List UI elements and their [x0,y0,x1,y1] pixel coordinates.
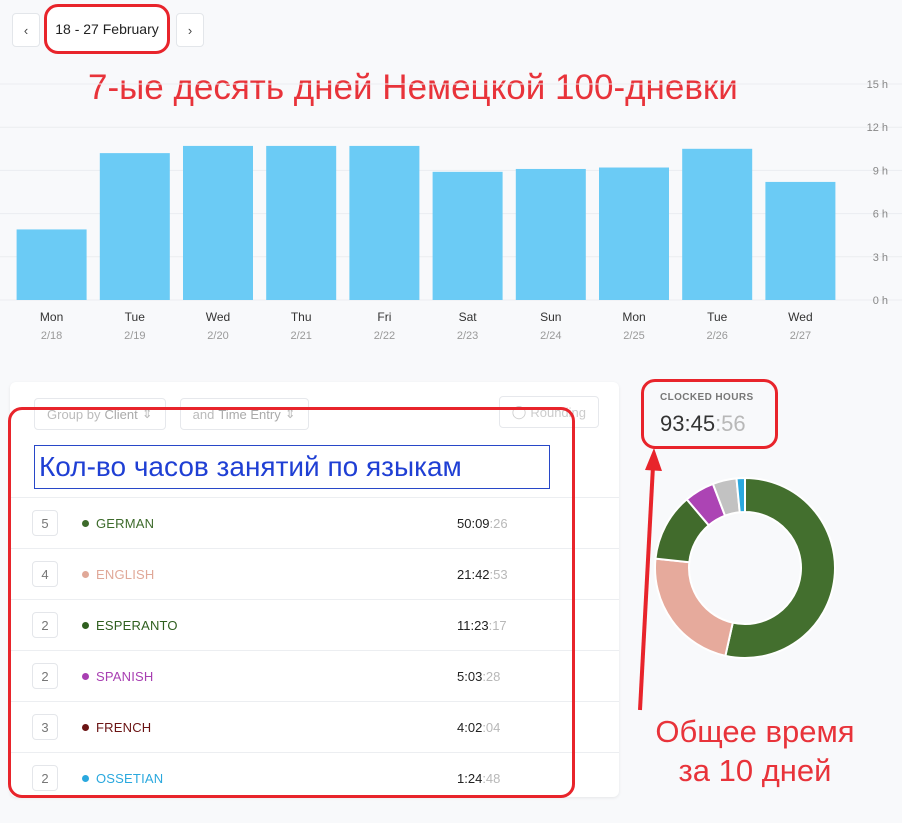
bar [515,168,586,300]
summary-card: Group by Client ⇕ and Time Entry ⇕ ◯ Rou… [10,382,619,797]
clocked-hours-value: 93:45:56 [660,411,746,436]
clocked-hours-label: CLOCKED HOURS [660,392,754,403]
group-by-select[interactable]: Group by Client ⇕ [34,398,166,430]
bar [765,181,836,300]
x-tick-date: 2/24 [540,330,561,342]
y-tick-label: 0 h [873,295,888,307]
bar [16,229,87,300]
date-range-label[interactable]: 18 - 27 February [44,4,170,54]
x-tick-day: Thu [291,310,312,324]
bar [682,148,753,300]
x-tick-day: Sat [459,310,478,324]
chevron-right-icon: › [187,22,193,38]
language-name: FRENCH [96,719,152,735]
y-tick-label: 15 h [867,79,888,91]
entry-count-badge: 4 [32,561,58,587]
bar [99,153,170,300]
color-dot [82,774,89,782]
entry-count-badge: 2 [32,663,58,689]
language-name: ESPERANTO [96,617,178,633]
x-tick-day: Mon [622,310,645,324]
y-tick-label: 12 h [867,122,888,134]
x-tick-date: 2/25 [623,330,644,342]
rounding-icon: ◯ [511,404,527,419]
x-tick-day: Wed [788,310,812,324]
x-tick-day: Mon [40,310,63,324]
daily-hours-bar-chart: 15 h 12 h 9 h 6 h 3 h 0 h Mon 2/18 Tue 2/19 Wed 2/2… [0,79,902,342]
duration: 21:42:53 [457,566,508,582]
duration: 11:23:17 [457,617,507,633]
entry-count-badge: 5 [32,510,58,536]
table-annotation-heading: Кол-во часов занятий по языкам [34,445,550,489]
x-tick-date: 2/23 [457,330,478,342]
donut-slice [654,557,734,658]
chevron-left-icon: ‹ [23,22,29,38]
x-tick-date: 2/21 [290,330,311,342]
language-rows: 5 GERMAN 50:09:26 4 ENGLISH 21:42:53 2 E… [10,497,619,803]
x-tick-date: 2/22 [374,330,395,342]
language-name: ENGLISH [96,566,155,582]
y-tick-label: 3 h [873,252,888,264]
sub-group-select[interactable]: and Time Entry ⇕ [179,398,309,430]
language-name: SPANISH [96,668,154,684]
bar [183,145,253,300]
chevron-updown-icon: ⇕ [284,406,296,421]
language-donut-chart [654,476,836,659]
rounding-toggle[interactable]: ◯ Rounding [498,396,599,428]
bar [432,171,503,300]
chevron-updown-icon: ⇕ [141,406,153,421]
table-row[interactable]: 2 ESPERANTO 11:23:17 [10,599,619,650]
table-row[interactable]: 5 GERMAN 50:09:26 [10,497,619,548]
duration: 50:09:26 [457,515,508,531]
x-tick-day: Tue [707,310,728,324]
bar [266,145,337,300]
x-tick-day: Wed [206,310,230,324]
table-row[interactable]: 2 OSSETIAN 1:24:48 [10,752,619,803]
entry-count-badge: 3 [32,714,58,740]
color-dot [82,672,89,680]
y-tick-label: 6 h [873,209,888,221]
color-dot [82,570,89,578]
bar [599,167,669,300]
color-dot [82,723,89,731]
prev-period-button[interactable]: ‹ [12,13,40,47]
duration: 4:02:04 [457,719,501,735]
entry-count-badge: 2 [32,612,58,638]
language-name: GERMAN [96,515,155,531]
color-dot [82,519,89,527]
y-tick-label: 9 h [873,165,888,177]
x-tick-date: 2/18 [41,330,62,342]
x-tick-day: Fri [377,310,391,324]
x-tick-date: 2/26 [706,330,727,342]
entry-count-badge: 2 [32,765,58,791]
table-row[interactable]: 2 SPANISH 5:03:28 [10,650,619,701]
table-row[interactable]: 3 FRENCH 4:02:04 [10,701,619,752]
x-tick-date: 2/19 [124,330,145,342]
language-name: OSSETIAN [96,770,164,786]
x-tick-date: 2/20 [207,330,228,342]
x-tick-day: Tue [125,310,146,324]
bar [349,145,420,300]
x-tick-day: Sun [540,310,561,324]
duration: 1:24:48 [457,770,501,786]
annotation-total: Общее время за 10 дней [655,714,855,788]
x-tick-date: 2/27 [790,330,811,342]
next-period-button[interactable]: › [176,13,204,47]
clocked-hours-summary: CLOCKED HOURS 93:45:56 [641,379,778,449]
color-dot [82,621,89,629]
table-row[interactable]: 4 ENGLISH 21:42:53 [10,548,619,599]
duration: 5:03:28 [457,668,501,684]
